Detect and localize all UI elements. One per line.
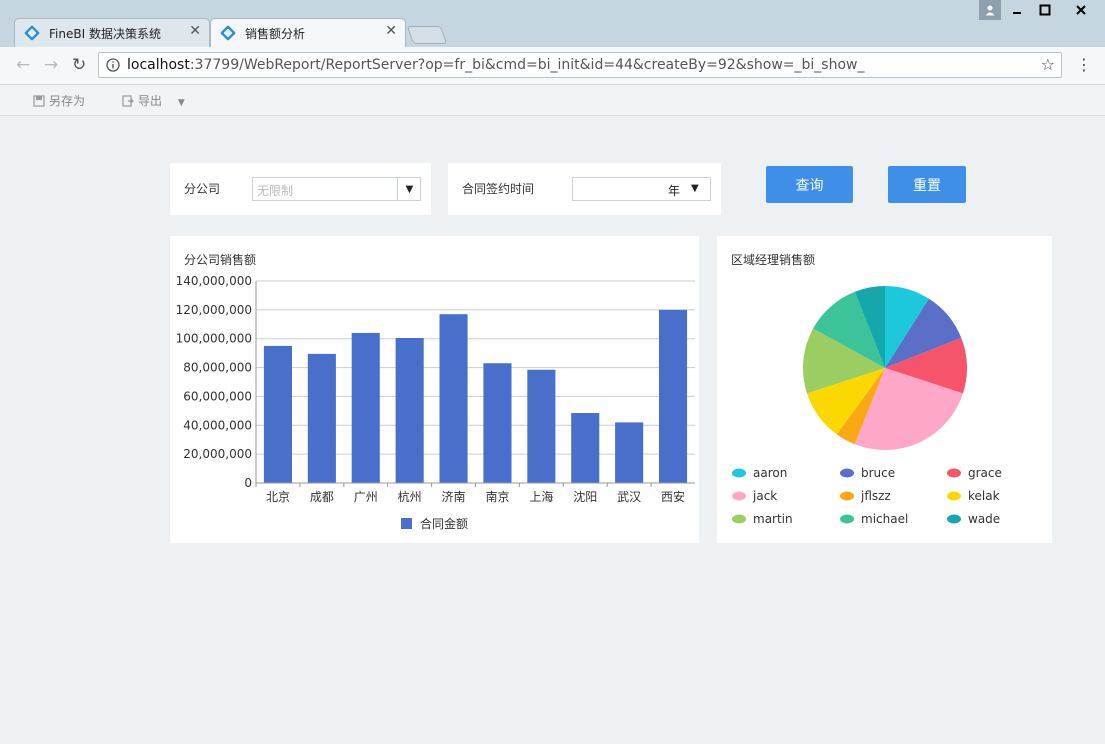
browser-tab-strip: FineBI 数据决策系统 ✕ 销售额分析 ✕	[0, 0, 1105, 47]
legend-label: michael	[861, 512, 908, 526]
x-tick-label: 北京	[266, 490, 290, 504]
y-tick-label: 40,000,000	[183, 418, 252, 432]
branch-filter-panel: 分公司 无限制 ▼	[170, 163, 431, 215]
chevron-down-icon[interactable]: ▼	[691, 183, 699, 194]
close-window-icon[interactable]	[1060, 0, 1102, 20]
save-icon	[33, 95, 45, 107]
bar[interactable]	[483, 363, 512, 483]
user-profile-icon[interactable]	[979, 0, 1001, 20]
bar[interactable]	[263, 345, 292, 483]
legend-swatch	[840, 514, 854, 524]
forward-arrow-icon[interactable]: →	[44, 55, 58, 75]
maximize-icon[interactable]	[1032, 0, 1058, 20]
legend-swatch	[947, 468, 961, 478]
browser-toolbar: ← → ↻ localhost:37799/WebReport/ReportSe…	[0, 47, 1105, 85]
tab-close-icon[interactable]: ✕	[189, 23, 201, 39]
legend-swatch	[947, 514, 961, 524]
legend-label: aaron	[753, 466, 787, 480]
pie-chart: aaron bruce grace jack jflszz kelak martin mich…	[732, 286, 1002, 526]
legend-label: wade	[968, 512, 1000, 526]
y-tick-label: 60,000,000	[183, 389, 252, 403]
report-action-bar: 另存为 导出 ▼	[0, 85, 1105, 116]
bar[interactable]	[307, 353, 336, 483]
bar-chart: 0 20,000,000 40,000,000 60,000,000 80,000,00…	[176, 274, 695, 531]
url-text: localhost:37799/WebReport/ReportServer?o…	[127, 57, 864, 73]
tab-label: 销售额分析	[245, 27, 306, 41]
legend-swatch	[732, 514, 746, 524]
export-dropdown-icon[interactable]: ▼	[178, 98, 185, 108]
date-filter-panel: 合同签约时间 年 ▼	[448, 163, 721, 215]
x-tick-label: 广州	[354, 490, 378, 504]
bar[interactable]	[527, 369, 556, 483]
export-icon	[122, 95, 134, 107]
save-as-button[interactable]: 另存为	[33, 92, 85, 109]
reload-icon[interactable]: ↻	[72, 55, 86, 75]
branch-sales-chart-panel: 分公司销售额 0 20,000,000 40,000,000 60,000,000 80…	[170, 236, 699, 543]
y-tick-label: 20,000,000	[183, 447, 252, 461]
bar[interactable]	[571, 413, 600, 483]
info-icon[interactable]	[106, 58, 120, 72]
legend-label: martin	[753, 512, 793, 526]
bar[interactable]	[615, 422, 644, 483]
bar[interactable]	[659, 309, 688, 483]
x-tick-label: 上海	[529, 489, 553, 504]
legend-label: jflszz	[860, 489, 891, 503]
x-tick-label: 济南	[442, 489, 466, 504]
chevron-down-icon[interactable]: ▼	[397, 178, 421, 200]
bar[interactable]	[439, 314, 468, 483]
x-tick-label: 武汉	[617, 490, 641, 504]
y-tick-label: 0	[244, 476, 252, 490]
legend-swatch	[732, 468, 746, 478]
legend-label: grace	[968, 466, 1002, 480]
legend-label: bruce	[861, 466, 895, 480]
reset-button[interactable]: 重置	[888, 166, 966, 203]
tab-close-icon[interactable]: ✕	[385, 23, 397, 39]
branch-filter-label: 分公司	[184, 182, 221, 196]
url-path: :37799/WebReport/ReportServer?op=fr_bi&c…	[189, 57, 865, 73]
legend-swatch	[840, 491, 854, 501]
bar[interactable]	[351, 332, 380, 483]
date-filter-label: 合同签约时间	[462, 182, 535, 196]
x-tick-label: 南京	[485, 489, 509, 504]
new-tab-button[interactable]	[406, 26, 448, 44]
date-year-select[interactable]: 年 ▼	[572, 177, 711, 201]
legend-swatch	[732, 491, 746, 501]
y-tick-label: 100,000,000	[176, 332, 252, 346]
x-tick-label: 杭州	[398, 489, 422, 504]
tab-sales-analysis[interactable]: 销售额分析 ✕	[210, 18, 406, 47]
minimize-icon[interactable]	[1004, 0, 1030, 20]
branch-select[interactable]: 无限制 ▼	[252, 177, 421, 201]
legend-label: kelak	[968, 489, 1000, 503]
tab-label: FineBI 数据决策系统	[49, 27, 161, 41]
back-arrow-icon[interactable]: ←	[16, 55, 30, 75]
x-tick-label: 西安	[661, 489, 685, 504]
manager-sales-chart-panel: 区域经理销售额 aaron bruce grace jack jflszz kelak ma…	[717, 236, 1052, 543]
legend-swatch	[840, 468, 854, 478]
y-tick-label: 140,000,000	[176, 274, 252, 288]
legend-swatch	[947, 491, 961, 501]
legend-swatch	[401, 518, 412, 529]
date-year-value: 年	[668, 184, 681, 198]
y-tick-label: 120,000,000	[176, 303, 252, 317]
finebi-favicon-icon	[24, 25, 40, 41]
url-host: localhost	[127, 57, 190, 73]
x-tick-label: 成都	[310, 490, 334, 504]
x-tick-label: 沈阳	[573, 489, 597, 504]
branch-select-placeholder: 无限制	[257, 184, 294, 198]
tab-finebi[interactable]: FineBI 数据决策系统 ✕	[14, 18, 210, 47]
menu-kebab-icon[interactable]: ⋮	[1076, 55, 1092, 74]
finebi-favicon-icon	[220, 25, 236, 41]
export-button[interactable]: 导出 ▼	[122, 92, 185, 109]
bar[interactable]	[395, 337, 424, 483]
query-button[interactable]: 查询	[766, 166, 853, 203]
y-tick-label: 80,000,000	[183, 361, 252, 375]
legend-label: jack	[752, 489, 777, 503]
export-label: 导出	[138, 94, 163, 108]
legend-label: 合同金额	[420, 516, 468, 531]
address-bar[interactable]: localhost:37799/WebReport/ReportServer?o…	[98, 52, 1062, 78]
bookmark-star-icon[interactable]: ☆	[1041, 55, 1055, 74]
save-as-label: 另存为	[49, 94, 86, 108]
